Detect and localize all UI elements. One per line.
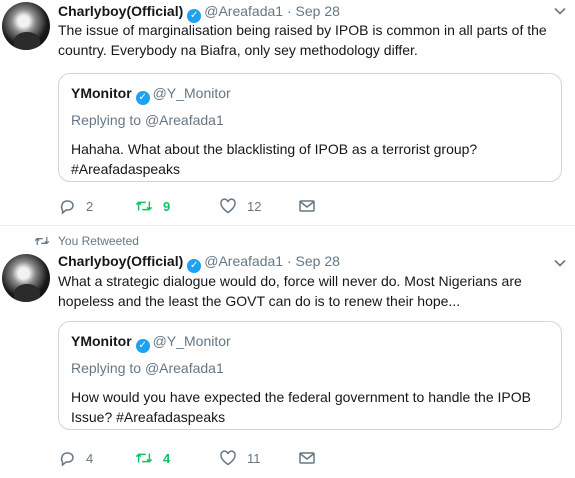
tweet[interactable]: Charlyboy(Official) ✓ @Areafada1 · Sep 28 … xyxy=(0,0,575,226)
retweet-count: 9 xyxy=(163,198,171,214)
like-button[interactable]: 12 xyxy=(219,196,261,216)
tweet-actions: 4 4 11 xyxy=(58,448,458,468)
replying-to-label: Replying to xyxy=(71,360,142,376)
avatar[interactable] xyxy=(2,2,50,50)
like-count: 11 xyxy=(247,450,261,466)
retweeted-label: You Retweeted xyxy=(58,234,139,248)
retweet-icon xyxy=(135,201,153,211)
quote-header: YMonitor ✓ @Y_Monitor xyxy=(71,84,549,105)
replying-to-label: Replying to xyxy=(71,112,142,128)
reply-button[interactable]: 4 xyxy=(58,448,93,468)
reply-count: 2 xyxy=(86,198,94,214)
tweet-date[interactable]: Sep 28 xyxy=(296,3,340,19)
direct-message-button[interactable] xyxy=(298,196,326,216)
like-button[interactable]: 11 xyxy=(219,448,261,468)
retweet-button[interactable]: 4 xyxy=(135,448,170,468)
quote-header: YMonitor ✓ @Y_Monitor xyxy=(71,332,549,353)
retweet-icon xyxy=(135,453,153,463)
tweet-text: What a strategic dialogue would do, forc… xyxy=(58,273,522,309)
like-count: 12 xyxy=(247,198,262,214)
author-name[interactable]: Charlyboy(Official) xyxy=(58,253,183,269)
tweet-actions: 2 9 12 xyxy=(58,196,458,216)
retweeted-indicator: You Retweeted xyxy=(34,234,139,248)
tweet[interactable]: You Retweeted Charlyboy(Official) ✓ @Areaf… xyxy=(0,226,575,478)
verified-icon: ✓ xyxy=(135,339,150,353)
chevron-down-icon[interactable] xyxy=(553,4,567,18)
retweet-button[interactable]: 9 xyxy=(135,196,170,216)
retweet-icon xyxy=(34,237,50,245)
like-icon xyxy=(220,198,236,214)
quote-author-handle: @Y_Monitor xyxy=(152,333,231,349)
tweet-header: Charlyboy(Official) ✓ @Areafada1 · Sep 28 xyxy=(58,252,340,273)
direct-message-button[interactable] xyxy=(298,448,326,468)
replying-to-handle[interactable]: @Areafada1 xyxy=(145,360,224,376)
tweet-date[interactable]: Sep 28 xyxy=(296,253,340,269)
author-name[interactable]: Charlyboy(Official) xyxy=(58,3,183,19)
reply-icon xyxy=(60,200,74,215)
quote-author-name: YMonitor xyxy=(71,333,132,349)
quote-author-name: YMonitor xyxy=(71,85,132,101)
reply-count: 4 xyxy=(86,450,94,466)
replying-to: Replying to @Areafada1 xyxy=(71,359,549,377)
reply-icon xyxy=(60,452,74,467)
quote-text: Hahaha. What about the blacklisting of I… xyxy=(71,141,478,177)
retweet-count: 4 xyxy=(163,450,171,466)
verified-icon: ✓ xyxy=(135,91,150,105)
avatar[interactable] xyxy=(2,254,50,302)
quote-author-handle: @Y_Monitor xyxy=(152,85,231,101)
quoted-tweet[interactable]: YMonitor ✓ @Y_Monitor Replying to @Areafad… xyxy=(58,73,562,182)
separator: · xyxy=(286,253,292,269)
quote-text: How would you have expected the federal … xyxy=(71,389,531,425)
author-handle[interactable]: @Areafada1 xyxy=(204,3,283,19)
replying-to: Replying to @Areafada1 xyxy=(71,111,549,129)
like-icon xyxy=(220,450,236,466)
dm-icon xyxy=(299,452,315,464)
tweet-text: The issue of marginalisation being raise… xyxy=(58,22,547,58)
timeline: Charlyboy(Official) ✓ @Areafada1 · Sep 28 … xyxy=(0,0,575,478)
separator: · xyxy=(286,3,292,19)
author-handle[interactable]: @Areafada1 xyxy=(204,253,283,269)
dm-icon xyxy=(299,200,315,212)
quoted-tweet[interactable]: YMonitor ✓ @Y_Monitor Replying to @Areafad… xyxy=(58,321,562,430)
chevron-down-icon[interactable] xyxy=(553,256,567,270)
replying-to-handle[interactable]: @Areafada1 xyxy=(145,112,224,128)
reply-button[interactable]: 2 xyxy=(58,196,93,216)
